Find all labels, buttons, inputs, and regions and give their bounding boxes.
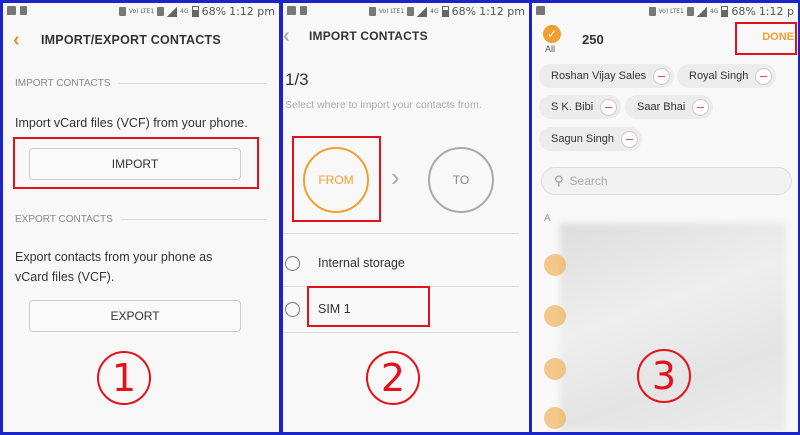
contact-chip[interactable]: Saar Bhai <box>625 95 714 119</box>
battery-icon <box>441 6 449 17</box>
status-bar: Vo) LTE1 4G 68% 1:12 p <box>532 3 798 20</box>
contact-avatar <box>544 358 566 380</box>
option-label: Internal storage <box>318 256 405 270</box>
app-bar: ‹ IMPORT/EXPORT CONTACTS <box>3 20 279 60</box>
import-export-screen: Vo) LTE1 4G 68% 1:12 pm ‹ IMPORT/EXPORT … <box>3 3 279 432</box>
mute-icon <box>368 7 376 16</box>
selected-count: 250 <box>582 32 604 47</box>
select-all-checkbox[interactable]: ✓ <box>543 25 561 43</box>
contact-chip[interactable]: S K. Bibi <box>539 95 622 119</box>
import-contacts-screen: Vo) LTE1 4G 68% 1:12 pm ‹ IMPORT CONTACT… <box>283 3 529 432</box>
network-type: 4G <box>709 7 719 15</box>
highlight-box <box>13 137 259 189</box>
search-placeholder: Search <box>569 174 608 188</box>
sim-icon <box>157 7 165 16</box>
back-icon[interactable]: ‹ <box>283 25 303 48</box>
remove-icon[interactable] <box>755 67 773 85</box>
export-section-header: EXPORT CONTACTS <box>15 214 279 225</box>
select-contacts-screen: Vo) LTE1 4G 68% 1:12 p ✓ All 250 DONE Ro… <box>532 3 798 432</box>
app-bar: ‹ IMPORT CONTACTS <box>283 20 529 52</box>
divider <box>283 332 519 333</box>
signal-icon <box>696 6 707 17</box>
contact-chip[interactable]: Sagun Singh <box>539 127 642 151</box>
clock: 1:12 p <box>758 5 794 18</box>
remove-icon[interactable] <box>621 130 638 148</box>
radio-button[interactable] <box>285 301 300 317</box>
search-input[interactable]: ⚲ Search <box>541 167 792 195</box>
status-bar: Vo) LTE1 4G 68% 1:12 pm <box>283 3 529 20</box>
notification-icon <box>536 6 545 15</box>
search-icon: ⚲ <box>554 173 564 188</box>
notification-icon <box>300 6 307 15</box>
import-section-header: IMPORT CONTACTS <box>15 78 279 89</box>
contact-chip[interactable]: Royal Singh <box>677 64 777 88</box>
step-badge-3: 3 <box>637 349 691 403</box>
volte-indicator: Vo) LTE1 <box>658 7 684 15</box>
highlight-box <box>735 22 797 55</box>
contact-avatar <box>544 254 566 276</box>
remove-icon[interactable] <box>692 98 710 116</box>
signal-icon <box>417 6 428 17</box>
divider <box>283 233 519 234</box>
contact-chip[interactable]: Roshan Vijay Sales <box>539 64 675 88</box>
battery-level: 68% <box>201 5 227 18</box>
battery-icon <box>191 6 199 17</box>
page-title: IMPORT/EXPORT CONTACTS <box>41 33 221 47</box>
clock: 1:12 pm <box>229 5 275 18</box>
step-badge-2: 2 <box>366 351 420 405</box>
index-letter: A <box>544 213 551 224</box>
select-all-label: All <box>545 44 556 54</box>
step-description: Select where to import your contacts fro… <box>285 99 482 111</box>
sim-icon <box>407 7 415 16</box>
battery-level: 68% <box>451 5 477 18</box>
step-badge-1: 1 <box>97 351 151 405</box>
chevron-right-icon: › <box>391 162 400 192</box>
highlight-box <box>307 286 430 327</box>
back-icon[interactable]: ‹ <box>13 29 35 52</box>
to-button[interactable]: TO <box>428 147 494 213</box>
contact-avatar <box>544 305 566 327</box>
mute-icon <box>648 7 656 16</box>
battery-icon <box>721 6 729 17</box>
signal-icon <box>167 6 178 17</box>
battery-level: 68% <box>731 5 756 18</box>
page-title: IMPORT CONTACTS <box>309 29 428 43</box>
volte-indicator: Vo) LTE1 <box>128 7 155 15</box>
import-description: Import vCard files (VCF) from your phone… <box>15 116 248 130</box>
export-button[interactable]: EXPORT <box>29 300 241 332</box>
network-type: 4G <box>430 7 439 15</box>
contact-avatar <box>544 407 566 429</box>
remove-icon[interactable] <box>653 67 671 85</box>
highlight-box <box>292 136 381 222</box>
network-type: 4G <box>180 7 189 15</box>
notification-icon <box>287 6 296 15</box>
sim-icon <box>686 7 694 16</box>
remove-icon[interactable] <box>600 98 618 116</box>
notification-icon <box>20 6 27 15</box>
step-indicator: 1/3 <box>285 70 309 89</box>
mute-icon <box>118 7 126 16</box>
radio-button[interactable] <box>285 255 300 271</box>
status-bar: Vo) LTE1 4G 68% 1:12 pm <box>3 3 279 20</box>
clock: 1:12 pm <box>479 5 525 18</box>
notification-icon <box>7 6 16 15</box>
export-description: Export contacts from your phone as vCard… <box>15 250 213 284</box>
volte-indicator: Vo) LTE1 <box>378 7 405 15</box>
option-internal-storage[interactable]: Internal storage <box>283 241 521 285</box>
